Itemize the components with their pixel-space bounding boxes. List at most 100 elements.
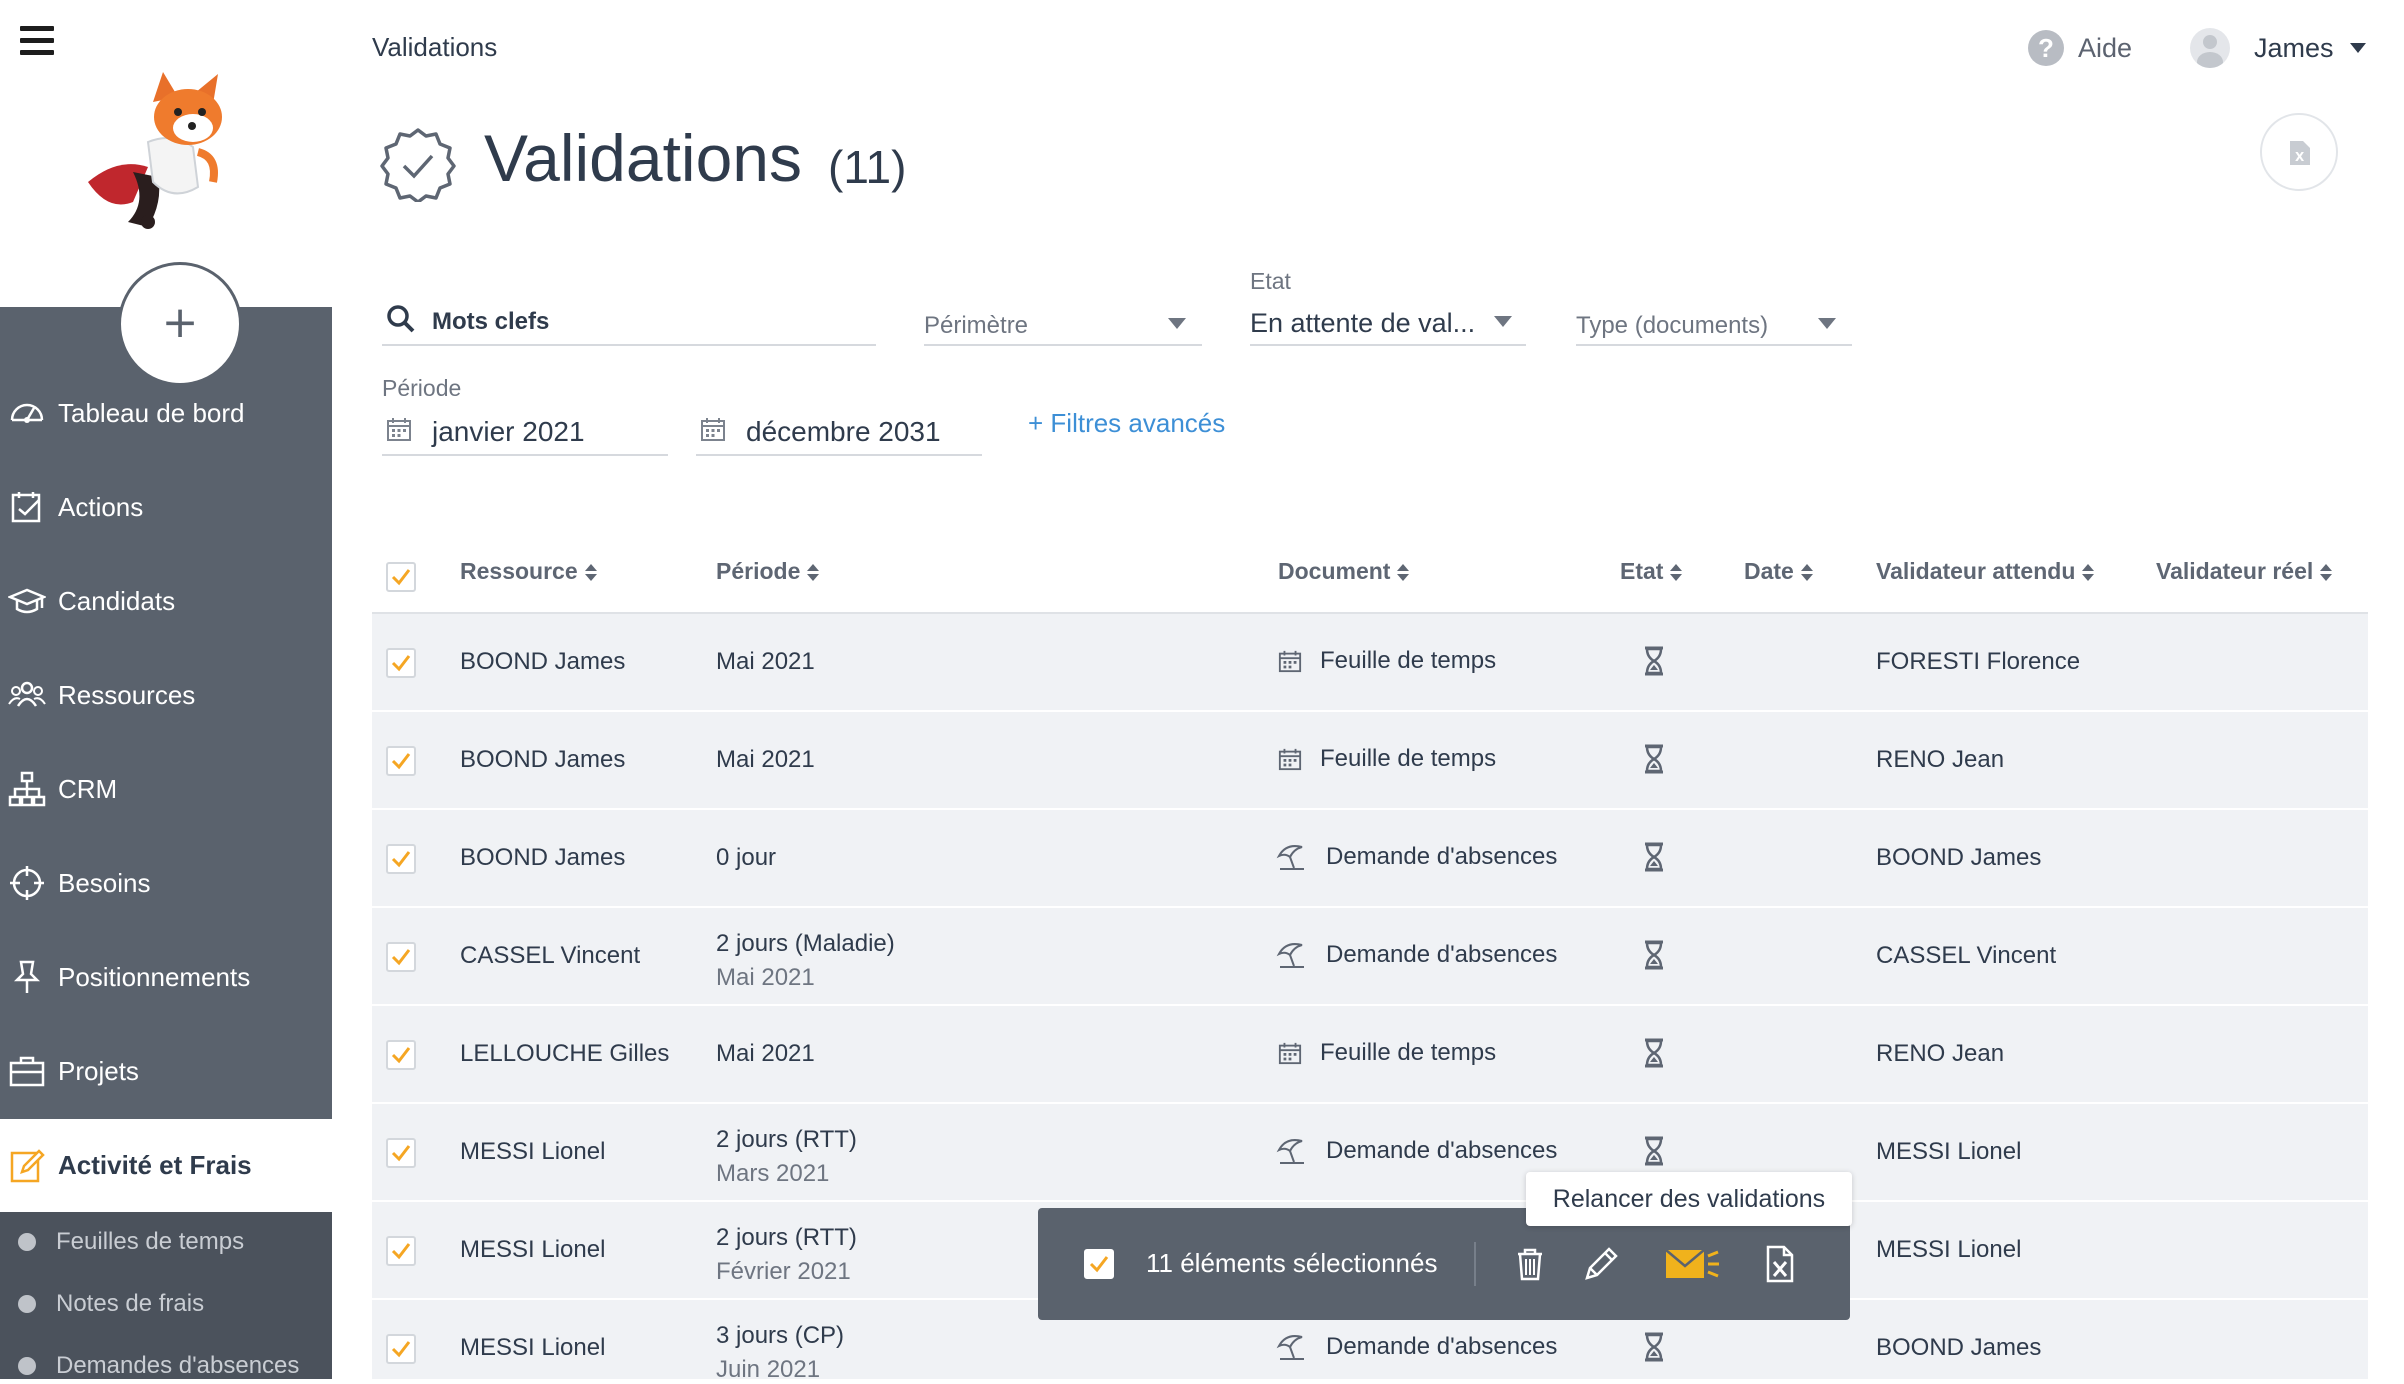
- table-row[interactable]: MESSI Lionel 2 jours (RTT) Mars 2021 Demand…: [372, 1104, 2368, 1202]
- document-label: Feuille de temps: [1320, 647, 1497, 674]
- cell-document[interactable]: Feuille de temps: [1278, 647, 1496, 675]
- cell-validateur-attendu: RENO Jean: [1876, 746, 2005, 773]
- excel-export-icon[interactable]: [1760, 1244, 1800, 1284]
- fox-logo: [88, 72, 222, 229]
- avatar: [2190, 28, 2230, 68]
- cell-document[interactable]: Demande d'absences: [1276, 1137, 1557, 1165]
- help-link[interactable]: ? Aide: [2028, 30, 2132, 66]
- nav-item-candidats[interactable]: Candidats: [0, 555, 332, 647]
- row-checkbox[interactable]: [386, 746, 416, 776]
- etat-label: Etat: [1250, 268, 1291, 294]
- sub-item-notes-de-frais[interactable]: Notes de frais: [0, 1284, 204, 1324]
- cell-etat: [1643, 842, 1665, 872]
- cell-ressource[interactable]: LELLOUCHE Gilles: [460, 1040, 669, 1068]
- table-row[interactable]: BOOND James 0 jour Demande d'absences BOOND…: [372, 810, 2368, 908]
- document-label: Feuille de temps: [1320, 1039, 1497, 1066]
- col-etat[interactable]: Etat: [1620, 558, 1683, 585]
- email-reminder-icon[interactable]: [1664, 1244, 1720, 1284]
- cell-ressource[interactable]: BOOND James: [460, 746, 625, 774]
- table-row[interactable]: BOOND James Mai 2021 Feuille de temps RENO …: [372, 712, 2368, 810]
- table-row[interactable]: CASSEL Vincent 2 jours (Maladie) Mai 2021 D…: [372, 908, 2368, 1006]
- search-input[interactable]: Mots clefs: [432, 308, 549, 336]
- end-date-input[interactable]: décembre 2031: [746, 416, 941, 448]
- row-checkbox[interactable]: [386, 1236, 416, 1266]
- cell-ressource[interactable]: BOOND James: [460, 648, 625, 676]
- document-label: Demande d'absences: [1326, 1137, 1558, 1164]
- menu-icon[interactable]: [20, 26, 54, 56]
- cell-validateur-attendu: FORESTI Florence: [1876, 648, 2081, 675]
- cell-periode-month: Juin 2021: [716, 1356, 821, 1383]
- advanced-filters-link[interactable]: + Filtres avancés: [1028, 408, 1225, 439]
- row-checkbox[interactable]: [386, 942, 416, 972]
- row-checkbox[interactable]: [386, 648, 416, 678]
- check-icon: [391, 1341, 411, 1358]
- toolbar-divider: [1474, 1242, 1476, 1286]
- tooltip: Relancer des validations: [1526, 1172, 1852, 1226]
- cell-document[interactable]: Feuille de temps: [1278, 1039, 1496, 1067]
- cell-document[interactable]: Demande d'absences: [1276, 941, 1557, 969]
- nav-label: CRM: [58, 773, 118, 804]
- document-label: Demande d'absences: [1326, 843, 1558, 870]
- graduation-cap-icon: [8, 588, 46, 614]
- keywords-search[interactable]: Mots clefs: [382, 294, 876, 346]
- badge-check-icon: [380, 128, 456, 202]
- selection-checkbox[interactable]: [1084, 1249, 1114, 1279]
- calendar-icon: [1278, 650, 1302, 673]
- sub-item-demandes-d-absences[interactable]: Demandes d'absences: [0, 1346, 299, 1379]
- col-periode[interactable]: Période: [716, 558, 820, 585]
- row-checkbox[interactable]: [386, 844, 416, 874]
- cell-document[interactable]: Demande d'absences: [1276, 1333, 1557, 1361]
- pencil-icon[interactable]: [1581, 1244, 1621, 1284]
- select-all-checkbox[interactable]: [386, 562, 416, 592]
- cell-etat: [1643, 646, 1665, 676]
- checklist-icon: [11, 492, 41, 523]
- perimetre-select[interactable]: Périmètre: [924, 296, 1202, 346]
- col-validateur-attendu[interactable]: Validateur attendu: [1876, 558, 2095, 585]
- selection-count: 11 éléments sélectionnés: [1146, 1248, 1438, 1278]
- cell-ressource[interactable]: MESSI Lionel: [460, 1138, 605, 1166]
- start-date-input[interactable]: janvier 2021: [432, 416, 585, 448]
- row-checkbox[interactable]: [386, 1040, 416, 1070]
- sidebar-header: [0, 0, 332, 307]
- nav-item-crm[interactable]: CRM: [0, 743, 332, 835]
- table-row[interactable]: BOOND James Mai 2021 Feuille de temps FORES…: [372, 614, 2368, 712]
- nav-label: Ressources: [58, 679, 196, 710]
- cell-document[interactable]: Demande d'absences: [1276, 843, 1557, 871]
- col-ressource[interactable]: Ressource: [460, 558, 597, 585]
- nav-item-ressources[interactable]: Ressources: [0, 649, 332, 741]
- cell-ressource[interactable]: BOOND James: [460, 844, 625, 872]
- nav-item-activite-et-frais[interactable]: Activité et Frais: [0, 1119, 332, 1212]
- trash-icon[interactable]: [1510, 1244, 1550, 1284]
- cell-ressource[interactable]: CASSEL Vincent: [460, 942, 640, 970]
- nav-item-positionnements[interactable]: Positionnements: [0, 931, 332, 1023]
- nav-item-actions[interactable]: Actions: [0, 461, 332, 553]
- add-button[interactable]: +: [118, 262, 242, 386]
- nav-item-besoins[interactable]: Besoins: [0, 837, 332, 929]
- export-button[interactable]: X: [2260, 113, 2338, 191]
- table-header: Ressource Période Document Etat Date Val…: [372, 538, 2368, 614]
- cell-ressource[interactable]: MESSI Lionel: [460, 1334, 605, 1362]
- etat-select[interactable]: En attente de val...: [1250, 296, 1526, 346]
- end-date-field[interactable]: décembre 2031: [696, 404, 982, 456]
- cell-document[interactable]: Feuille de temps: [1278, 745, 1496, 773]
- nav-label: Actions: [58, 491, 144, 522]
- user-menu[interactable]: James: [2190, 28, 2366, 68]
- sub-item-feuilles-de-temps[interactable]: Feuilles de temps: [0, 1222, 244, 1262]
- people-icon: [8, 681, 46, 707]
- row-checkbox[interactable]: [386, 1138, 416, 1168]
- check-icon: [391, 753, 411, 770]
- col-date[interactable]: Date: [1744, 558, 1813, 585]
- calendar-icon: [387, 418, 411, 441]
- cell-ressource[interactable]: MESSI Lionel: [460, 1236, 605, 1264]
- col-validateur-reel[interactable]: Validateur réel: [2156, 558, 2333, 585]
- cell-validateur-attendu: RENO Jean: [1876, 1040, 2005, 1067]
- col-document[interactable]: Document: [1278, 558, 1410, 585]
- start-date-field[interactable]: janvier 2021: [382, 404, 668, 456]
- cell-validateur-attendu: MESSI Lionel: [1876, 1236, 2022, 1263]
- nav-item-projets[interactable]: Projets: [0, 1025, 332, 1117]
- type-documents-select[interactable]: Type (documents): [1576, 296, 1852, 346]
- calendar-icon: [1278, 748, 1302, 771]
- row-checkbox[interactable]: [386, 1334, 416, 1364]
- table-row[interactable]: LELLOUCHE Gilles Mai 2021 Feuille de temps…: [372, 1006, 2368, 1104]
- type-placeholder: Type (documents): [1576, 312, 1769, 339]
